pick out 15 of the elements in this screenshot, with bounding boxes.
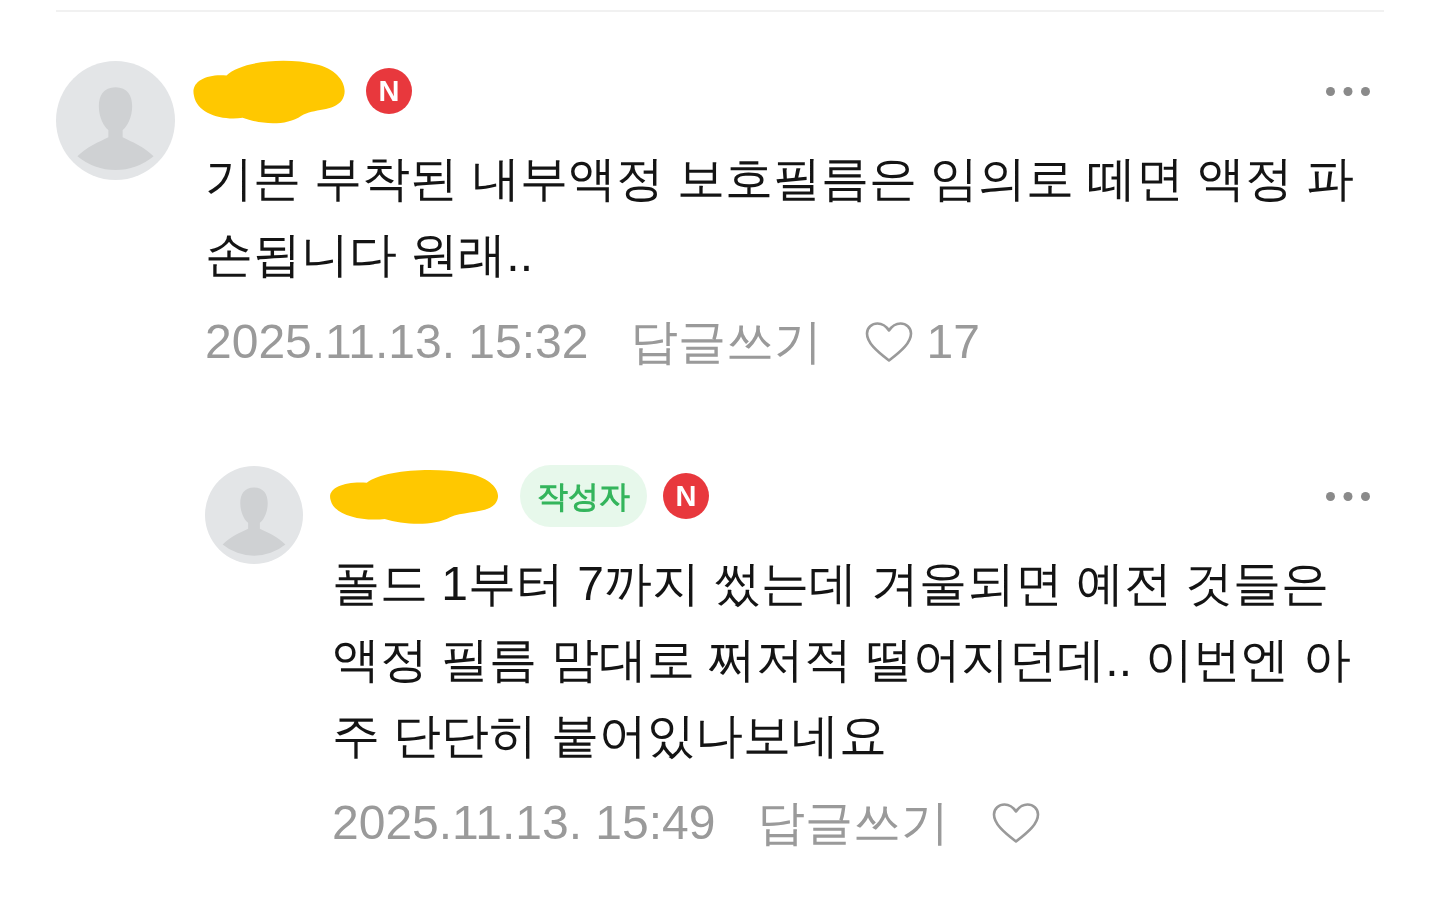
more-icon xyxy=(1326,491,1370,501)
author-badge: 작성자 xyxy=(520,465,647,527)
comment-text: 폴드 1부터 7까지 썼는데 겨울되면 예전 것들은 액정 필름 맘대로 쩌저적 떨어지던데.. 이번엔 아주 단단히 붙어있나보네요 xyxy=(332,556,1352,764)
comment-text: 기본 부착된 내부액정 보호필름은 임의로 떼면 액정 파손됩니다 원래.. xyxy=(205,151,1356,283)
avatar-silhouette-icon xyxy=(205,466,303,564)
heart-icon[interactable] xyxy=(991,801,1042,845)
comment-date: 2025.11.13. 15:32 xyxy=(205,314,589,370)
reply-link[interactable]: 답글쓰기 xyxy=(630,312,823,372)
reply-link[interactable]: 답글쓰기 xyxy=(757,793,950,853)
new-badge: N xyxy=(366,68,412,114)
avatar-silhouette-icon xyxy=(56,61,175,180)
new-badge: N xyxy=(663,473,709,519)
more-icon xyxy=(1326,86,1370,96)
comment-date: 2025.11.13. 15:49 xyxy=(332,795,716,851)
like-button[interactable]: 17 xyxy=(864,312,980,372)
